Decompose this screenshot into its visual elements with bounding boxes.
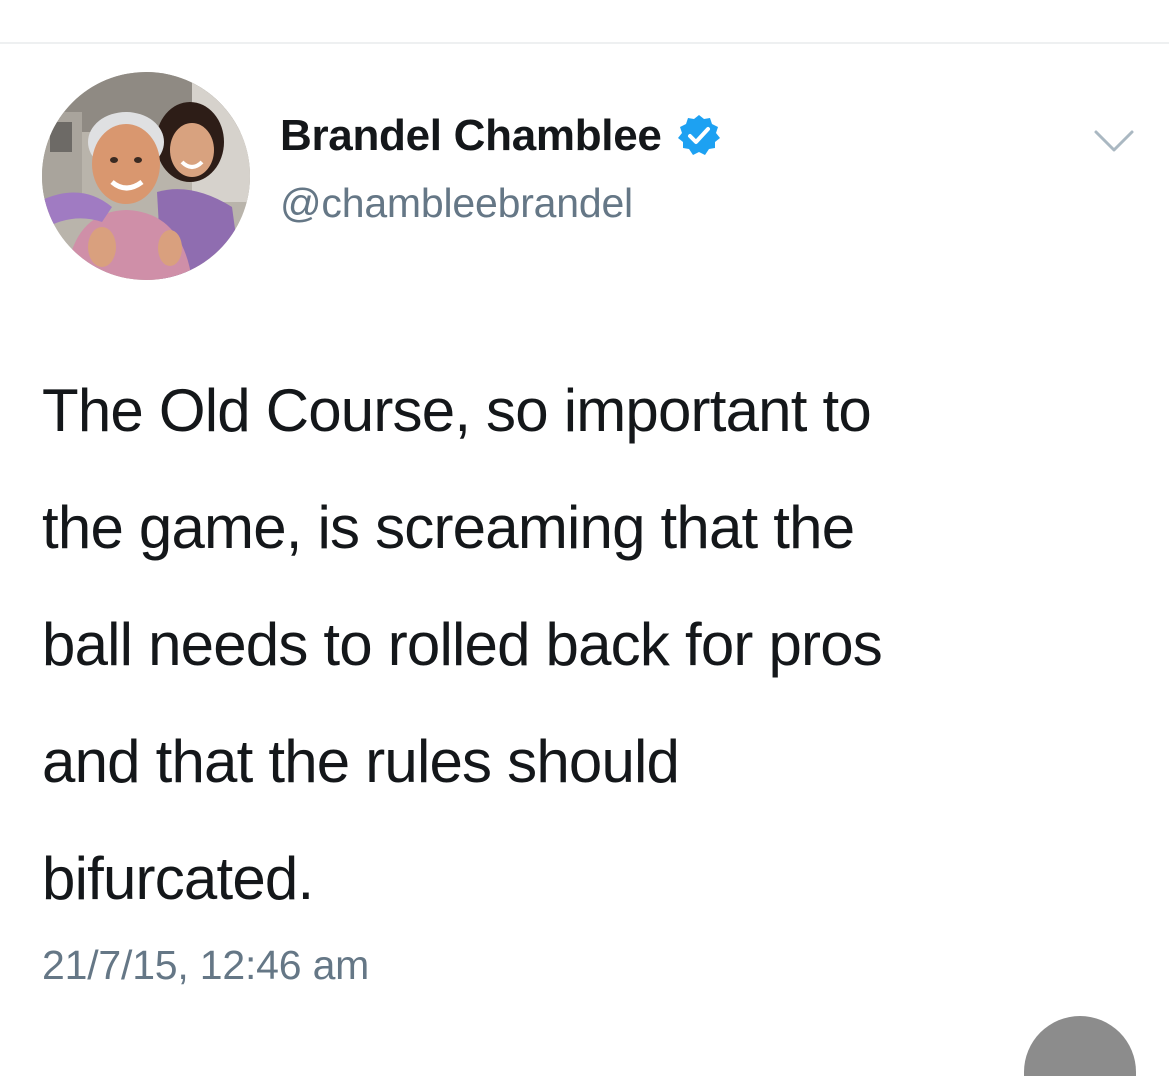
tweet-card: Brandel Chamblee @chambleebrandel The Ol… [0,0,1169,1076]
author-handle[interactable]: @chambleebrandel [280,180,633,227]
verified-badge-icon [676,113,722,159]
tweet-text: The Old Course, so important to the game… [42,377,883,912]
partial-overlay-button [1024,1016,1136,1076]
avatar[interactable] [42,72,250,280]
tweet-timestamp[interactable]: 21/7/15, 12:46 am [42,942,369,989]
author-name-row[interactable]: Brandel Chamblee [280,106,722,166]
chevron-down-icon[interactable] [1092,122,1136,158]
display-name[interactable]: Brandel Chamblee [280,111,662,161]
avatar-photo [42,72,250,280]
